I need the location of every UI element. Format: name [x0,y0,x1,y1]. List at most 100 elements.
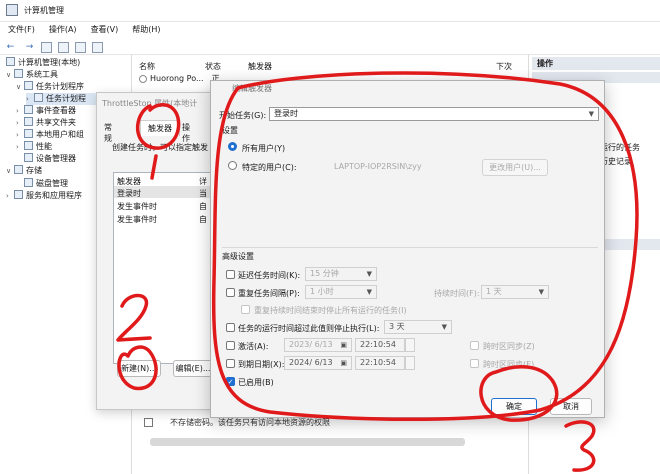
chevron-down-icon[interactable]: ∨ [6,165,14,177]
cancel-button[interactable]: 取消 [550,398,592,415]
device-manager-icon [24,153,33,162]
chevron-right-icon[interactable]: › [16,105,24,117]
back-arrow-icon[interactable]: ← [4,42,17,53]
sync-timezone-activate-label: 跨时区同步(Z) [483,342,535,351]
specific-user-label: 特定的用户(C): [242,163,297,172]
tree-performance[interactable]: › 性能 [16,141,52,153]
tab-triggers[interactable]: 触发器 [140,120,180,136]
up-folder-icon[interactable] [41,42,52,53]
column-next-run[interactable]: 下次 [496,61,512,72]
clock-icon [24,81,33,90]
column-status[interactable]: 状态 [205,61,221,72]
action-running-tasks[interactable]: 运行的任务 [600,142,640,153]
toolbar: ← → [0,38,660,55]
begin-task-select[interactable]: 登录时 ▼ [269,107,599,121]
tree-device-manager[interactable]: 设备管理器 [24,153,76,165]
settings-label: 设置 [222,126,238,135]
edit-trigger-dialog-title: 编辑触发器 [232,84,272,93]
tab-actions[interactable]: 操作 [182,122,190,144]
chevron-down-icon: ▼ [366,288,372,296]
stop-after-label: 任务的运行时间超过此值则停止执行(L): [238,324,380,333]
menu-file[interactable]: 文件(F) [8,22,35,38]
stop-repeat-checkbox[interactable] [241,305,250,314]
chevron-down-icon[interactable]: ∨ [16,81,24,93]
activate-checkbox[interactable] [226,341,235,350]
task-row[interactable]: Huorong Po... 正 [139,73,220,84]
enabled-checkbox[interactable]: ✓ [226,377,235,386]
properties-icon[interactable] [92,42,103,53]
activate-date-picker[interactable]: 2023/ 6/13 ▣ [284,338,352,352]
forward-arrow-icon[interactable]: → [23,42,36,53]
disk-icon [24,178,33,187]
separator [222,247,598,248]
advanced-settings-label: 高级设置 [222,252,254,261]
duration-select[interactable]: 1 天 ▼ [481,285,549,299]
trigger-row[interactable]: 发生事件时自 [117,214,207,225]
repeat-task-label: 重复任务间隔(P): [238,289,300,298]
chevron-right-icon[interactable]: › [16,141,24,153]
menu-action[interactable]: 操作(A) [49,22,77,38]
sync-timezone-expire-checkbox[interactable] [470,359,479,368]
tree-storage[interactable]: ∨ 存储 [6,165,42,177]
activate-time-field[interactable]: 22:10:54 [355,338,405,352]
column-triggers[interactable]: 触发器 [248,61,272,72]
tree-root[interactable]: 计算机管理(本地) [6,57,80,69]
show-hide-tree-icon[interactable] [58,42,69,53]
activate-time-spinner[interactable] [405,338,415,352]
specific-user-radio[interactable] [228,161,237,170]
repeat-task-select[interactable]: 1 小时 ▼ [305,285,377,299]
dont-store-password-checkbox[interactable] [144,418,153,427]
chevron-right-icon[interactable]: › [16,117,24,129]
delay-task-label: 延迟任务时间(K): [238,271,301,280]
expire-time-spinner[interactable] [405,356,415,370]
tree-system-tools[interactable]: ∨ 系统工具 [6,69,58,81]
chevron-right-icon[interactable]: › [16,129,24,141]
sync-timezone-activate-checkbox[interactable] [470,341,479,350]
tab-general[interactable]: 常规 [104,122,112,144]
horizontal-scrollbar[interactable] [150,438,465,446]
tree-services-apps[interactable]: › 服务和应用程序 [6,190,82,202]
chevron-right-icon[interactable]: › [26,93,34,105]
expire-time-field[interactable]: 22:10:54 [355,356,405,370]
menu-bar: 文件(F) 操作(A) 查看(V) 帮助(H) [0,22,660,38]
actions-header: 操作 [532,57,660,70]
tree-shared-folders[interactable]: › 共享文件夹 [16,117,76,129]
menu-help[interactable]: 帮助(H) [132,22,160,38]
change-user-button[interactable]: 更改用户(U)... [482,159,548,176]
any-user-radio[interactable] [228,142,237,151]
expire-date-picker[interactable]: 2024/ 6/13 ▣ [284,356,352,370]
menu-view[interactable]: 查看(V) [91,22,119,38]
ok-button[interactable]: 确定 [491,398,537,415]
tree-disk-management[interactable]: 磁盘管理 [24,178,68,190]
help-icon[interactable] [75,42,86,53]
tree-task-scheduler[interactable]: ∨ 任务计划程序 [16,81,84,93]
delay-task-select[interactable]: 15 分钟 ▼ [305,267,377,281]
expire-checkbox[interactable] [226,359,235,368]
column-trigger[interactable]: 触发器 [117,177,141,186]
new-trigger-button[interactable]: 新建(N)... [117,360,161,377]
expire-label: 到期日期(X): [238,360,285,369]
trigger-row[interactable]: 登录时当 [117,188,207,199]
computer-icon [6,57,15,66]
tree-event-viewer[interactable]: › 事件查看器 [16,105,76,117]
performance-icon [24,141,33,150]
edit-trigger-button[interactable]: 编辑(E)... [173,360,213,377]
chevron-down-icon[interactable]: ∨ [6,69,14,81]
title-bar [0,0,660,22]
stop-after-checkbox[interactable] [226,323,235,332]
tree-local-users[interactable]: › 本地用户和组 [16,129,84,141]
begin-task-label: 开始任务(G): [219,111,267,120]
triggers-description: 创建任务时，可以指定触发 [112,143,208,152]
delay-task-checkbox[interactable] [226,270,235,279]
any-user-label: 所有用户(Y) [242,144,286,153]
sync-timezone-expire-label: 跨时区同步(E) [483,360,535,369]
column-name[interactable]: 名称 [139,61,155,72]
stop-after-select[interactable]: 3 天 ▼ [384,320,452,334]
repeat-task-checkbox[interactable] [226,288,235,297]
chevron-down-icon: ▼ [538,288,544,296]
chevron-down-icon: ▼ [441,323,447,331]
trigger-row[interactable]: 发生事件时自 [117,201,207,212]
chevron-right-icon[interactable]: › [6,190,14,202]
services-icon [14,190,23,199]
window-title: 计算机管理 [24,6,64,15]
